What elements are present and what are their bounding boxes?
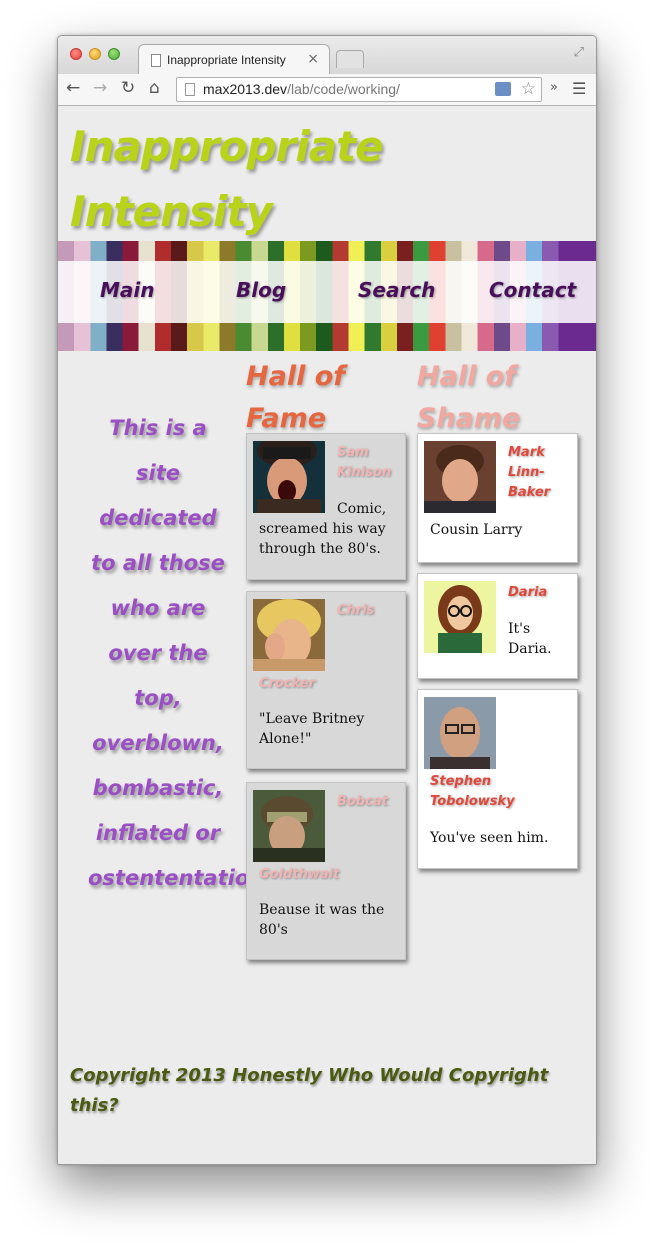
main-nav: Main Blog Search Contact	[58, 241, 596, 351]
card-name: Daria	[508, 585, 548, 600]
site-title: Inappropriate Intensity	[70, 122, 384, 237]
card-name-part1: Chris	[337, 603, 375, 618]
nav-main[interactable]: Main	[100, 278, 155, 302]
daria-photo	[424, 581, 496, 653]
card-name-part1: Bobcat	[337, 794, 388, 809]
home-icon[interactable]: ⌂	[149, 78, 160, 98]
hall-of-fame-heading: Hall of Fame	[246, 361, 346, 434]
intro-text: This is a site dedicated to all those wh…	[88, 416, 285, 890]
card-name: Mark Linn-Baker	[508, 445, 551, 500]
minimize-window-button[interactable]	[89, 48, 101, 60]
close-window-button[interactable]	[70, 48, 82, 60]
sam-kinison-photo	[253, 441, 325, 513]
card-description: "Leave Britney Alone!"	[259, 711, 365, 747]
stephen-tobolowsky-photo	[424, 697, 496, 769]
mark-linn-baker-photo	[424, 441, 496, 513]
card-description: Cousin Larry	[430, 522, 523, 538]
chris-crocker-photo	[253, 599, 325, 671]
fame-card: Chris Crocker "Leave Britney Alone!"	[246, 591, 406, 769]
card-name: Stephen Tobolowsky	[430, 774, 515, 809]
new-tab-button[interactable]	[336, 50, 364, 68]
page-icon	[185, 83, 195, 96]
tab-close-icon[interactable]: ×	[307, 51, 319, 67]
browser-tab[interactable]: Inappropriate Intensity ×	[138, 44, 330, 75]
nav-blog[interactable]: Blog	[236, 278, 286, 302]
card-description: screamed his way through the 80's.	[259, 521, 386, 557]
shame-card: Stephen Tobolowsky You've seen him.	[417, 689, 578, 869]
reload-icon[interactable]: ↻	[121, 78, 135, 98]
card-name-part2: Goldthwait	[259, 867, 340, 882]
title-bar: Inappropriate Intensity × ⤢	[58, 36, 596, 75]
fullscreen-icon[interactable]: ⤢	[574, 45, 584, 60]
tab-title: Inappropriate Intensity	[167, 53, 286, 67]
card-name-part2: Crocker	[259, 676, 315, 691]
bobcat-goldthwait-photo	[253, 790, 325, 862]
nav-search[interactable]: Search	[358, 278, 435, 302]
forward-arrow-icon[interactable]: →	[93, 78, 107, 98]
extension-icon[interactable]	[495, 82, 511, 96]
page-content: Inappropriate Intensity Main Blog Search…	[58, 106, 596, 1164]
browser-window: Inappropriate Intensity × ⤢ ← → ↻ ⌂ max2…	[57, 35, 597, 1165]
shame-card: Daria It's Daria.	[417, 573, 578, 679]
url-text[interactable]: max2013.dev/lab/code/working/	[203, 81, 400, 97]
nav-contact[interactable]: Contact	[489, 278, 576, 302]
address-bar[interactable]: max2013.dev/lab/code/working/ ☆	[176, 77, 542, 102]
card-description: Beause it was the 80's	[259, 902, 385, 938]
bookmark-star-icon[interactable]: ☆	[521, 79, 536, 99]
zoom-window-button[interactable]	[108, 48, 120, 60]
menu-icon[interactable]: ☰	[572, 79, 586, 98]
fame-card: Bobcat Goldthwait Beause it was the 80's	[246, 782, 406, 960]
browser-toolbar: ← → ↻ ⌂ max2013.dev/lab/code/working/ ☆ …	[58, 74, 596, 106]
hall-of-shame-heading: Hall of Shame	[417, 361, 521, 434]
shame-card: Mark Linn-Baker Cousin Larry	[417, 433, 578, 563]
back-arrow-icon[interactable]: ←	[66, 78, 80, 98]
card-description: You've seen him.	[430, 830, 549, 846]
fame-card: Sam Kinison Comic, screamed his way thro…	[246, 433, 406, 580]
card-desc-line1: Comic,	[337, 501, 387, 517]
more-extensions-icon[interactable]: »	[550, 80, 558, 95]
card-description: It's Daria.	[508, 621, 552, 657]
page-icon	[151, 54, 161, 67]
card-name: Sam Kinison	[337, 445, 392, 480]
copyright-footer: Copyright 2013 Honestly Who Would Copyri…	[70, 1065, 549, 1116]
